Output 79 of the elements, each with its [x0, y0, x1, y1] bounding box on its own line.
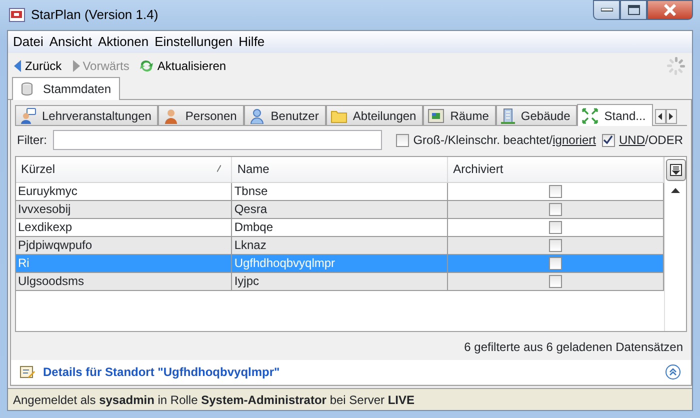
table-cell: Ulgsoodsms [16, 272, 232, 290]
scroll-right-button[interactable] [666, 109, 677, 124]
table-cell: Dmbqe [232, 218, 448, 236]
tab[interactable]: Räume [423, 105, 496, 125]
tab[interactable]: Stand... [577, 104, 653, 126]
checkbox[interactable] [549, 221, 562, 234]
toolbar-button[interactable]: Aktualisieren [137, 56, 228, 74]
table-cell: Pjdpiwqwpufo [16, 236, 232, 254]
table-cell: Iyjpc [232, 272, 448, 290]
scroll-left-button[interactable] [654, 109, 666, 124]
checkbox[interactable] [396, 134, 410, 146]
status-text: Angemeldet als sysadmin in Rolle System-Administrator bei Server LIVE [13, 392, 415, 408]
scroll-up-arrow-icon[interactable] [671, 187, 680, 193]
tab[interactable]: Gebäude [496, 105, 578, 125]
menu-item[interactable]: Ansicht [46, 32, 95, 52]
menu-item[interactable]: Einstellungen [152, 32, 236, 52]
person-speech-icon [20, 108, 36, 124]
checkbox[interactable] [549, 239, 562, 252]
edit-form-icon [19, 364, 35, 380]
database-icon [21, 82, 33, 96]
list-icon [670, 164, 682, 176]
refresh-icon [139, 58, 154, 72]
checkbox[interactable] [549, 257, 562, 270]
checkbox[interactable] [602, 134, 615, 146]
table-cell: Ri [16, 254, 232, 272]
arrows-icon [582, 108, 598, 124]
toolbar-button[interactable]: Zurück [12, 56, 64, 74]
building-icon [500, 108, 515, 124]
left-arrow-icon [658, 113, 662, 120]
table-cell: Qesra [232, 200, 448, 218]
menu-item[interactable]: Datei [10, 32, 46, 52]
sort-icon [217, 165, 222, 172]
filter-label: Filter: [17, 132, 47, 149]
minimize-icon [600, 8, 612, 12]
menu-item[interactable]: Hilfe [236, 32, 268, 52]
collapse-icon[interactable] [665, 364, 681, 380]
close-button[interactable] [647, 0, 693, 20]
checkbox[interactable] [549, 203, 562, 216]
checkbox[interactable] [549, 185, 562, 198]
app-logo-icon [9, 7, 25, 23]
tab[interactable]: Lehrveranstaltungen [15, 105, 158, 125]
loading-spinner-icon [666, 56, 686, 76]
maximize-button[interactable] [620, 0, 647, 20]
checkbox[interactable] [549, 275, 562, 288]
column-header[interactable]: Name [232, 157, 448, 182]
table-row[interactable]: Euruykmyc Tbnse [16, 182, 664, 200]
filter-field[interactable] [53, 130, 382, 150]
right-arrow-icon [669, 113, 674, 120]
table-cell: Euruykmyc [16, 182, 232, 200]
maximize-icon [628, 5, 640, 15]
checkbox-label: Groß-/Kleinschr. beachtet/ignoriert [413, 132, 596, 149]
table-cell: Tbnse [232, 182, 448, 200]
tab[interactable]: Personen [158, 105, 244, 125]
checkbox-label: UND/ODER [618, 132, 683, 149]
table-cell: Lexdikexp [16, 218, 232, 236]
table-cell: Ugfhdhoqbvyqlmpr [232, 254, 448, 272]
right-arrow-icon [72, 60, 80, 72]
table-cell: Ivvxesobij [16, 200, 232, 218]
table-row[interactable]: Ivvxesobij Qesra [16, 200, 664, 218]
column-header[interactable]: Kürzel [21, 162, 56, 176]
tab[interactable]: Abteilungen [326, 105, 424, 125]
table-row[interactable]: Ulgsoodsms Iyjpc [16, 272, 664, 290]
column-header[interactable]: Archiviert [448, 157, 664, 182]
user-icon [248, 108, 265, 124]
minimize-button[interactable] [593, 0, 620, 20]
folder-icon [330, 108, 347, 122]
table-row[interactable]: Lexdikexp Dmbqe [16, 218, 664, 236]
tab[interactable]: Benutzer [244, 105, 326, 125]
table-cell: Lknaz [232, 236, 448, 254]
person-icon [163, 108, 180, 124]
menu-item[interactable]: Aktionen [95, 32, 152, 52]
record-count: 6 gefilterte aus 6 geladenen Datensätzen [464, 340, 683, 354]
tab[interactable]: Stammdaten [12, 77, 120, 100]
left-arrow-icon [14, 60, 22, 72]
window-title: StarPlan (Version 1.4) [31, 6, 158, 24]
table-row[interactable]: Pjdpiwqwpufo Lknaz [16, 236, 664, 254]
column-settings-button[interactable] [666, 159, 686, 181]
close-icon [663, 4, 677, 16]
window-icon [428, 108, 444, 122]
